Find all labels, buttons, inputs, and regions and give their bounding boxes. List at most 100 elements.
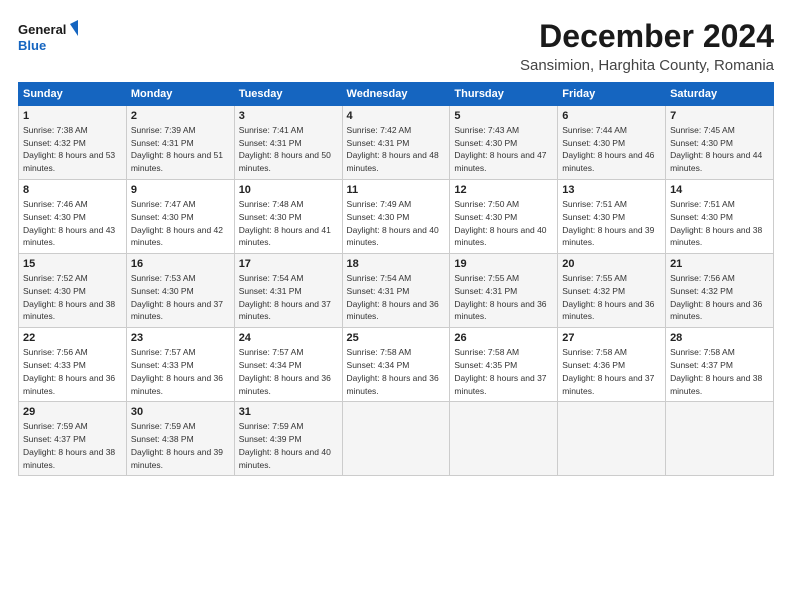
calendar-week-row: 8Sunrise: 7:46 AMSunset: 4:30 PMDaylight… bbox=[19, 180, 774, 254]
day-detail: Sunrise: 7:54 AMSunset: 4:31 PMDaylight:… bbox=[347, 273, 439, 321]
calendar-week-row: 15Sunrise: 7:52 AMSunset: 4:30 PMDayligh… bbox=[19, 254, 774, 328]
svg-text:General: General bbox=[18, 22, 66, 37]
header: General Blue December 2024 Sansimion, Ha… bbox=[18, 18, 774, 74]
day-number: 22 bbox=[23, 331, 122, 346]
day-detail: Sunrise: 7:59 AMSunset: 4:39 PMDaylight:… bbox=[239, 421, 331, 469]
day-detail: Sunrise: 7:41 AMSunset: 4:31 PMDaylight:… bbox=[239, 125, 331, 173]
calendar-cell: 23Sunrise: 7:57 AMSunset: 4:33 PMDayligh… bbox=[126, 328, 234, 402]
logo-svg: General Blue bbox=[18, 18, 78, 58]
col-monday: Monday bbox=[126, 83, 234, 106]
day-detail: Sunrise: 7:57 AMSunset: 4:33 PMDaylight:… bbox=[131, 347, 223, 395]
day-number: 13 bbox=[562, 183, 661, 198]
day-number: 24 bbox=[239, 331, 338, 346]
day-detail: Sunrise: 7:44 AMSunset: 4:30 PMDaylight:… bbox=[562, 125, 654, 173]
day-detail: Sunrise: 7:52 AMSunset: 4:30 PMDaylight:… bbox=[23, 273, 115, 321]
day-number: 18 bbox=[347, 257, 446, 272]
day-detail: Sunrise: 7:43 AMSunset: 4:30 PMDaylight:… bbox=[454, 125, 546, 173]
calendar-cell: 21Sunrise: 7:56 AMSunset: 4:32 PMDayligh… bbox=[666, 254, 774, 328]
subtitle: Sansimion, Harghita County, Romania bbox=[520, 57, 774, 74]
calendar-cell: 13Sunrise: 7:51 AMSunset: 4:30 PMDayligh… bbox=[558, 180, 666, 254]
day-detail: Sunrise: 7:56 AMSunset: 4:32 PMDaylight:… bbox=[670, 273, 762, 321]
calendar-cell: 1Sunrise: 7:38 AMSunset: 4:32 PMDaylight… bbox=[19, 106, 127, 180]
header-row: Sunday Monday Tuesday Wednesday Thursday… bbox=[19, 83, 774, 106]
day-number: 8 bbox=[23, 183, 122, 198]
calendar-cell: 18Sunrise: 7:54 AMSunset: 4:31 PMDayligh… bbox=[342, 254, 450, 328]
calendar-cell: 14Sunrise: 7:51 AMSunset: 4:30 PMDayligh… bbox=[666, 180, 774, 254]
col-wednesday: Wednesday bbox=[342, 83, 450, 106]
day-number: 10 bbox=[239, 183, 338, 198]
day-number: 23 bbox=[131, 331, 230, 346]
calendar-cell: 22Sunrise: 7:56 AMSunset: 4:33 PMDayligh… bbox=[19, 328, 127, 402]
day-detail: Sunrise: 7:51 AMSunset: 4:30 PMDaylight:… bbox=[562, 199, 654, 247]
calendar-cell: 30Sunrise: 7:59 AMSunset: 4:38 PMDayligh… bbox=[126, 402, 234, 476]
day-number: 31 bbox=[239, 405, 338, 420]
day-number: 28 bbox=[670, 331, 769, 346]
page: General Blue December 2024 Sansimion, Ha… bbox=[0, 0, 792, 612]
day-number: 30 bbox=[131, 405, 230, 420]
calendar-cell: 3Sunrise: 7:41 AMSunset: 4:31 PMDaylight… bbox=[234, 106, 342, 180]
day-number: 15 bbox=[23, 257, 122, 272]
day-detail: Sunrise: 7:55 AMSunset: 4:31 PMDaylight:… bbox=[454, 273, 546, 321]
calendar-cell bbox=[666, 402, 774, 476]
day-number: 17 bbox=[239, 257, 338, 272]
day-detail: Sunrise: 7:54 AMSunset: 4:31 PMDaylight:… bbox=[239, 273, 331, 321]
day-detail: Sunrise: 7:38 AMSunset: 4:32 PMDaylight:… bbox=[23, 125, 115, 173]
title-block: December 2024 Sansimion, Harghita County… bbox=[520, 18, 774, 74]
calendar-table: Sunday Monday Tuesday Wednesday Thursday… bbox=[18, 82, 774, 476]
day-number: 21 bbox=[670, 257, 769, 272]
calendar-cell: 15Sunrise: 7:52 AMSunset: 4:30 PMDayligh… bbox=[19, 254, 127, 328]
day-number: 5 bbox=[454, 109, 553, 124]
day-number: 14 bbox=[670, 183, 769, 198]
day-detail: Sunrise: 7:47 AMSunset: 4:30 PMDaylight:… bbox=[131, 199, 223, 247]
col-thursday: Thursday bbox=[450, 83, 558, 106]
col-saturday: Saturday bbox=[666, 83, 774, 106]
day-detail: Sunrise: 7:51 AMSunset: 4:30 PMDaylight:… bbox=[670, 199, 762, 247]
day-number: 7 bbox=[670, 109, 769, 124]
calendar-cell: 20Sunrise: 7:55 AMSunset: 4:32 PMDayligh… bbox=[558, 254, 666, 328]
calendar-cell bbox=[450, 402, 558, 476]
day-detail: Sunrise: 7:58 AMSunset: 4:36 PMDaylight:… bbox=[562, 347, 654, 395]
logo: General Blue bbox=[18, 18, 78, 58]
day-detail: Sunrise: 7:58 AMSunset: 4:37 PMDaylight:… bbox=[670, 347, 762, 395]
day-detail: Sunrise: 7:45 AMSunset: 4:30 PMDaylight:… bbox=[670, 125, 762, 173]
calendar-cell: 7Sunrise: 7:45 AMSunset: 4:30 PMDaylight… bbox=[666, 106, 774, 180]
calendar-body: 1Sunrise: 7:38 AMSunset: 4:32 PMDaylight… bbox=[19, 106, 774, 476]
calendar-week-row: 29Sunrise: 7:59 AMSunset: 4:37 PMDayligh… bbox=[19, 402, 774, 476]
calendar-week-row: 22Sunrise: 7:56 AMSunset: 4:33 PMDayligh… bbox=[19, 328, 774, 402]
calendar-cell bbox=[342, 402, 450, 476]
calendar-cell: 31Sunrise: 7:59 AMSunset: 4:39 PMDayligh… bbox=[234, 402, 342, 476]
calendar-cell: 17Sunrise: 7:54 AMSunset: 4:31 PMDayligh… bbox=[234, 254, 342, 328]
day-number: 2 bbox=[131, 109, 230, 124]
day-detail: Sunrise: 7:56 AMSunset: 4:33 PMDaylight:… bbox=[23, 347, 115, 395]
calendar-week-row: 1Sunrise: 7:38 AMSunset: 4:32 PMDaylight… bbox=[19, 106, 774, 180]
day-detail: Sunrise: 7:49 AMSunset: 4:30 PMDaylight:… bbox=[347, 199, 439, 247]
calendar-cell: 2Sunrise: 7:39 AMSunset: 4:31 PMDaylight… bbox=[126, 106, 234, 180]
day-detail: Sunrise: 7:48 AMSunset: 4:30 PMDaylight:… bbox=[239, 199, 331, 247]
svg-text:Blue: Blue bbox=[18, 38, 46, 53]
col-sunday: Sunday bbox=[19, 83, 127, 106]
day-detail: Sunrise: 7:57 AMSunset: 4:34 PMDaylight:… bbox=[239, 347, 331, 395]
day-detail: Sunrise: 7:58 AMSunset: 4:35 PMDaylight:… bbox=[454, 347, 546, 395]
day-number: 19 bbox=[454, 257, 553, 272]
day-number: 4 bbox=[347, 109, 446, 124]
calendar-cell: 12Sunrise: 7:50 AMSunset: 4:30 PMDayligh… bbox=[450, 180, 558, 254]
day-number: 26 bbox=[454, 331, 553, 346]
day-number: 16 bbox=[131, 257, 230, 272]
calendar-cell: 27Sunrise: 7:58 AMSunset: 4:36 PMDayligh… bbox=[558, 328, 666, 402]
day-detail: Sunrise: 7:50 AMSunset: 4:30 PMDaylight:… bbox=[454, 199, 546, 247]
day-number: 25 bbox=[347, 331, 446, 346]
calendar-cell: 16Sunrise: 7:53 AMSunset: 4:30 PMDayligh… bbox=[126, 254, 234, 328]
col-friday: Friday bbox=[558, 83, 666, 106]
day-number: 20 bbox=[562, 257, 661, 272]
day-number: 9 bbox=[131, 183, 230, 198]
day-number: 11 bbox=[347, 183, 446, 198]
calendar-cell bbox=[558, 402, 666, 476]
calendar-cell: 8Sunrise: 7:46 AMSunset: 4:30 PMDaylight… bbox=[19, 180, 127, 254]
day-number: 12 bbox=[454, 183, 553, 198]
day-number: 6 bbox=[562, 109, 661, 124]
day-detail: Sunrise: 7:59 AMSunset: 4:38 PMDaylight:… bbox=[131, 421, 223, 469]
calendar-cell: 29Sunrise: 7:59 AMSunset: 4:37 PMDayligh… bbox=[19, 402, 127, 476]
calendar-cell: 10Sunrise: 7:48 AMSunset: 4:30 PMDayligh… bbox=[234, 180, 342, 254]
day-detail: Sunrise: 7:46 AMSunset: 4:30 PMDaylight:… bbox=[23, 199, 115, 247]
calendar-cell: 6Sunrise: 7:44 AMSunset: 4:30 PMDaylight… bbox=[558, 106, 666, 180]
